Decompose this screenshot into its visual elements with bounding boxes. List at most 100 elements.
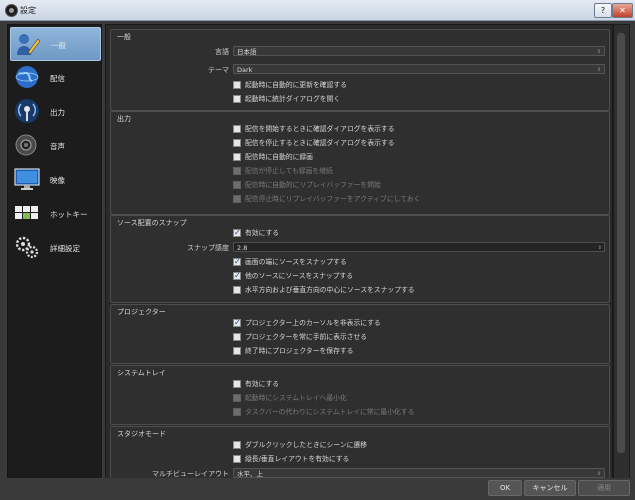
sidebar-item-audio[interactable]: 音声 (10, 129, 99, 161)
settings-window: 設定 ? ✕ 一般 配信 出力 音声 映像 ホットキー 詳細設定 一般 言語 日… (0, 0, 635, 500)
group-title: ソース配置のスナップ (117, 219, 187, 227)
apply-button[interactable]: 適用 (578, 480, 630, 496)
checkbox-label: 有効にする (245, 229, 280, 237)
checkbox-box (233, 181, 241, 189)
group-general: 一般 言語 日本語 ⇕ テーマ Dark ⇕ 起動時に自動的に更新を確認する 起… (110, 29, 610, 111)
checkbox-label: プロジェクター上のカーソルを非表示にする (245, 319, 381, 327)
monitor-icon (14, 168, 40, 190)
spinner-arrows-icon: ⇕ (597, 245, 602, 251)
theme-dropdown[interactable]: Dark ⇕ (233, 64, 605, 74)
snap-sensitivity-spinbox[interactable]: 2.8 ⇕ (233, 242, 605, 252)
spinner-arrows-icon: ⇕ (596, 49, 602, 55)
checkbox-label: 水平方向および垂直方向の中心にソースをスナップする (245, 286, 415, 294)
ok-button[interactable]: OK (488, 480, 522, 496)
checkbox-label: 配信時に自動的にリプレイバッファーを開始 (245, 181, 381, 189)
sidebar-item-label: 配信 (50, 74, 65, 83)
settings-content-panel: 一般 言語 日本語 ⇕ テーマ Dark ⇕ 起動時に自動的に更新を確認する 起… (105, 24, 613, 479)
group-title: システムトレイ (117, 369, 166, 377)
content-scrollbar[interactable] (613, 24, 630, 479)
checkbox-label: 配信を停止するときに確認ダイアログを表示する (245, 139, 395, 147)
checkbox-box (233, 257, 241, 267)
speaker-icon (15, 134, 37, 156)
checkbox-label: タスクバーの代わりにシステムトレイに常に最小化する (245, 408, 415, 416)
group-studio-mode: スタジオモード ダブルクリックしたときにシーンに遷移 縦長/垂直レイアウトを有効… (110, 426, 610, 478)
sidebar-item-stream[interactable]: 配信 (10, 61, 99, 93)
title-bar: 設定 ? ✕ (0, 0, 635, 21)
keyboard-icon (15, 206, 38, 219)
checkbox-label: 起動時に自動的に更新を確認する (245, 81, 347, 89)
sidebar-item-general[interactable]: 一般 (10, 27, 101, 61)
checkbox-box (233, 195, 241, 203)
group-output: 出力 配信を開始するときに確認ダイアログを表示する 配信を停止するときに確認ダイ… (110, 111, 610, 215)
group-title: スタジオモード (117, 430, 166, 438)
group-title: 一般 (117, 33, 131, 41)
checkbox-box (233, 139, 241, 147)
group-projectors: プロジェクター プロジェクター上のカーソルを非表示にする プロジェクターを常に手… (110, 304, 610, 364)
checkbox-box (233, 228, 241, 238)
group-title: 出力 (117, 115, 131, 123)
checkbox-box (233, 167, 241, 175)
close-button[interactable]: ✕ (612, 3, 633, 18)
checkbox-label: 配信時に自動的に録画 (245, 153, 313, 161)
checkbox-box (233, 408, 241, 416)
obs-app-icon (5, 4, 18, 17)
checkbox-box (233, 318, 241, 328)
checkbox-box (233, 286, 241, 294)
checkbox-label: 配信を開始するときに確認ダイアログを表示する (245, 125, 395, 133)
sidebar-item-label: 音声 (50, 142, 65, 151)
sidebar-item-label: 一般 (51, 41, 66, 50)
group-snapping: ソース配置のスナップ 有効にする スナップ感度 2.8 ⇕ 画面の端にソースをス… (110, 215, 610, 303)
group-system-tray: システムトレイ 有効にする 起動時にシステムトレイへ最小化 タスクバーの代わりに… (110, 365, 610, 425)
checkbox-box (233, 394, 241, 402)
spinner-arrows-icon: ⇕ (596, 67, 602, 73)
globe-icon (15, 66, 39, 88)
multiview-layout-dropdown[interactable]: 水平、上 ⇕ (233, 468, 605, 478)
cancel-button[interactable]: キャンセル (524, 480, 576, 496)
multiview-layout-value: 水平、上 (237, 470, 263, 478)
snap-sensitivity-label: スナップ感度 (187, 244, 229, 252)
user-with-pen-icon (17, 34, 41, 55)
checkbox-label: 起動時にシステムトレイへ最小化 (245, 394, 347, 402)
checkbox-box (233, 81, 241, 89)
theme-value: Dark (237, 66, 253, 74)
sidebar-item-label: ホットキー (50, 210, 88, 219)
gears-icon (15, 236, 39, 259)
checkbox-label: 画面の端にソースをスナップする (245, 258, 347, 266)
checkbox-box (233, 271, 241, 281)
checkbox-label: 他のソースにソースをスナップする (245, 272, 354, 280)
help-button[interactable]: ? (594, 3, 612, 18)
checkbox-box (233, 153, 241, 161)
checkbox-label: 縦長/垂直レイアウトを有効にする (245, 455, 350, 463)
checkbox-label: 配信停止時にリプレイバッファーをアクティブにしておく (245, 195, 421, 203)
checkbox-box (233, 347, 241, 355)
checkbox-label: 起動時に統計ダイアログを開く (245, 95, 341, 103)
sidebar-item-label: 詳細設定 (50, 244, 80, 253)
sidebar-item-hotkeys[interactable]: ホットキー (10, 197, 99, 229)
checkbox-label: 配信が停止しても録画を継続 (245, 167, 333, 175)
sidebar-item-label: 出力 (50, 108, 65, 117)
checkbox-label: 終了時にプロジェクターを保存する (245, 347, 354, 355)
checkbox-box (233, 455, 241, 463)
language-dropdown[interactable]: 日本語 ⇕ (233, 46, 605, 56)
window-title: 設定 (20, 6, 36, 15)
language-label: 言語 (215, 48, 229, 56)
checkbox-label: プロジェクターを常に手前に表示させる (245, 333, 368, 341)
settings-sidebar: 一般 配信 出力 音声 映像 ホットキー 詳細設定 (7, 24, 102, 479)
sidebar-item-label: 映像 (50, 176, 65, 185)
sidebar-item-output[interactable]: 出力 (10, 95, 99, 127)
sidebar-item-video[interactable]: 映像 (10, 163, 99, 195)
snap-sensitivity-value: 2.8 (237, 244, 248, 252)
checkbox-box (233, 333, 241, 341)
checkbox-box (233, 441, 241, 449)
theme-label: テーマ (208, 66, 229, 74)
broadcast-icon (15, 99, 39, 123)
checkbox-box (233, 95, 241, 103)
scrollbar-thumb[interactable] (617, 33, 625, 453)
checkbox-box (233, 125, 241, 133)
checkbox-label: ダブルクリックしたときにシーンに遷移 (245, 441, 368, 449)
checkbox-label: 有効にする (245, 380, 280, 388)
checkbox-box (233, 380, 241, 388)
group-title: プロジェクター (117, 308, 166, 316)
language-value: 日本語 (237, 48, 257, 56)
sidebar-item-advanced[interactable]: 詳細設定 (10, 231, 99, 263)
